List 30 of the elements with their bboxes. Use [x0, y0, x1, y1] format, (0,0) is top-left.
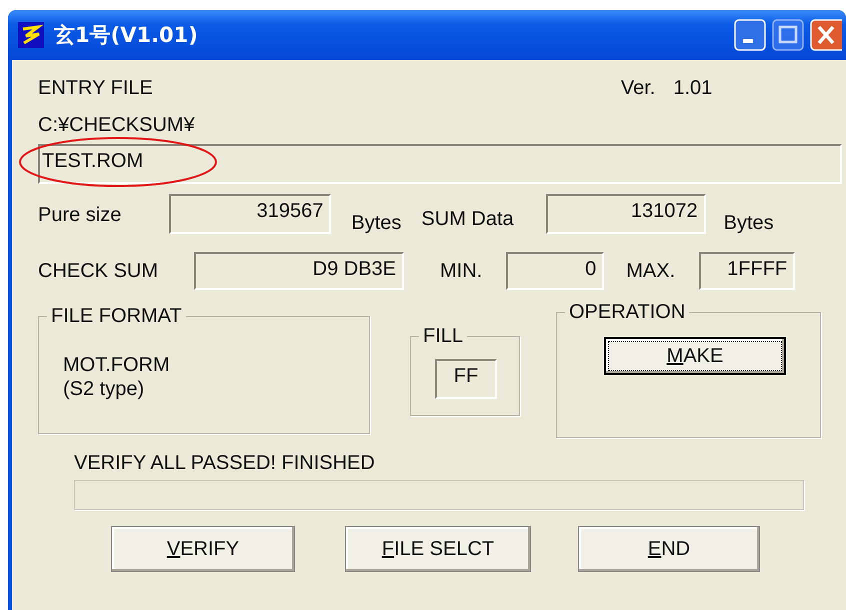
fill-value-field: FF: [435, 359, 497, 399]
path-text: C:¥CHECKSUM¥: [38, 114, 196, 138]
version-text: 1.01: [673, 76, 712, 100]
action-button[interactable]: VERIFY: [111, 526, 295, 572]
field-label: CHECK SUM: [38, 260, 158, 282]
action-button[interactable]: END: [578, 526, 760, 572]
action-button[interactable]: FILE SELCT: [345, 526, 531, 572]
value-field: 1FFFF: [699, 252, 796, 290]
value-field: D9 DB3E: [194, 252, 404, 290]
value-field: 319567: [169, 194, 332, 234]
make-button[interactable]: MAKE: [604, 337, 786, 375]
value-field: 131072: [546, 194, 706, 234]
format-text: (S2 type): [63, 377, 146, 401]
app-icon: [18, 22, 44, 48]
field-label: SUM Data: [421, 208, 514, 231]
field-label: Pure size: [38, 204, 122, 227]
value-field: 0: [506, 252, 604, 290]
entry-label: ENTRY FILE: [38, 76, 153, 100]
unit-label: Bytes: [351, 212, 402, 235]
close-button[interactable]: [810, 19, 842, 51]
unit-label: Bytes: [724, 212, 774, 235]
version-label: Ver.: [620, 76, 656, 100]
format-text: MOT.FORM: [63, 353, 171, 377]
maximize-button[interactable]: [772, 19, 804, 51]
minimize-button[interactable]: [734, 19, 766, 51]
status-text: VERIFY ALL PASSED! FINISHED: [74, 451, 376, 476]
window-title: 玄1号(V1.01): [54, 22, 198, 49]
field-label: MAX.: [626, 260, 676, 282]
field-label: MIN.: [440, 260, 482, 282]
file-name-field[interactable]: TEST.ROM: [38, 144, 842, 184]
